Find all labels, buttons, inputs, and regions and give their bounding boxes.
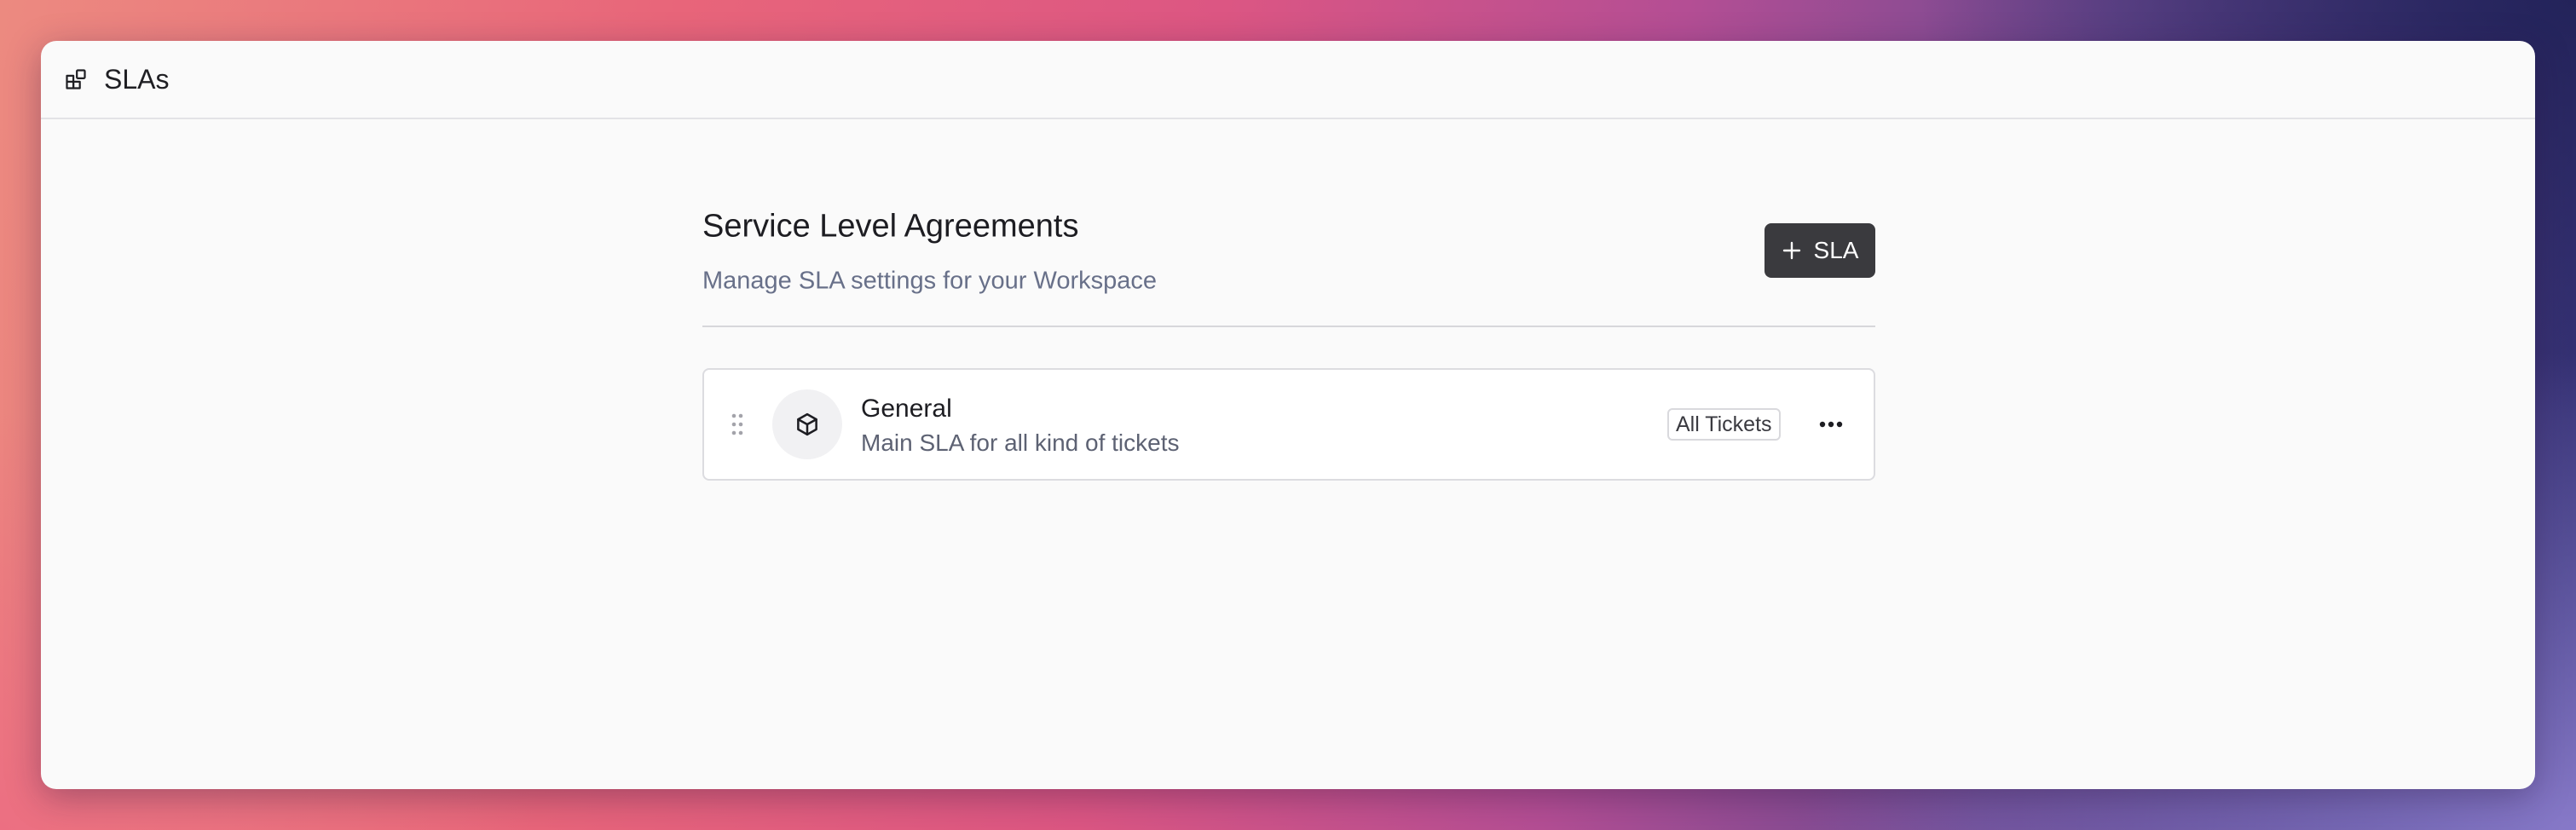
sla-description: Main SLA for all kind of tickets bbox=[861, 429, 1180, 456]
page-header: Service Level Agreements Manage SLA sett… bbox=[702, 159, 1875, 327]
add-sla-button-label: SLA bbox=[1813, 237, 1859, 263]
list-item[interactable]: General Main SLA for all kind of tickets… bbox=[702, 368, 1875, 481]
page-breadcrumb-title: SLAs bbox=[104, 63, 170, 95]
app-window: SLAs Service Level Agreements Manage SLA… bbox=[41, 41, 2535, 789]
scope-badge: All Tickets bbox=[1667, 408, 1781, 441]
blocks-icon bbox=[63, 66, 89, 92]
box-icon bbox=[794, 412, 820, 437]
plus-icon bbox=[1782, 240, 1802, 261]
sla-name: General bbox=[861, 395, 952, 423]
ellipsis-horizontal-icon bbox=[1819, 421, 1843, 428]
page-subtitle: Manage SLA settings for your Workspace bbox=[702, 267, 1158, 295]
add-sla-button[interactable]: SLA bbox=[1765, 223, 1875, 278]
more-options-button[interactable] bbox=[1811, 404, 1851, 445]
top-bar: SLAs bbox=[41, 41, 2535, 119]
drag-handle-icon[interactable] bbox=[731, 413, 743, 435]
page-title: Service Level Agreements bbox=[702, 208, 1079, 245]
sla-settings-panel: Service Level Agreements Manage SLA sett… bbox=[702, 159, 1875, 481]
sla-avatar bbox=[772, 389, 842, 459]
